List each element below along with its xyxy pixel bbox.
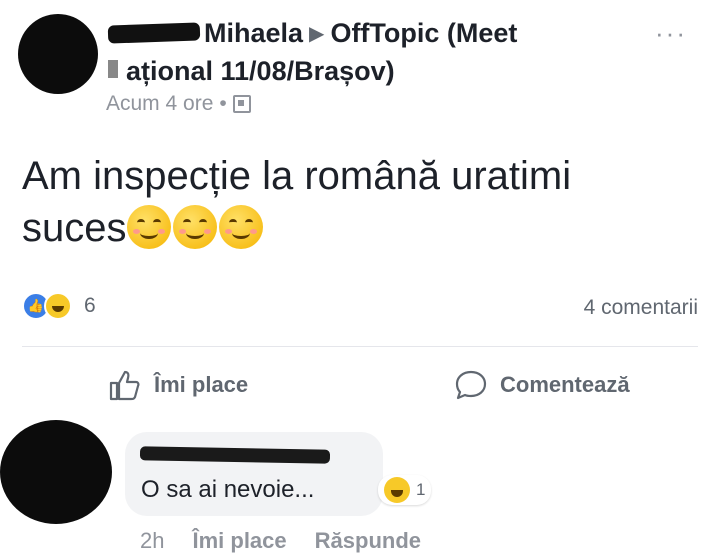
- post-text-line2-wrap: suces: [22, 202, 702, 254]
- smiling-emoji-icon: [126, 205, 171, 249]
- comment-button[interactable]: Comentează: [454, 368, 630, 402]
- arrow-right-icon: ▶: [309, 23, 325, 45]
- group-name-line2[interactable]: ațional 11/08/Brașov): [126, 56, 395, 87]
- comment-bubble-icon: [455, 370, 487, 400]
- comment-reply-button[interactable]: Răspunde: [315, 528, 421, 554]
- commenter-avatar[interactable]: [0, 420, 112, 524]
- comment-time[interactable]: 2h: [140, 528, 164, 554]
- comment-actions: 2h Îmi place Răspunde: [140, 528, 421, 554]
- haha-reaction-icon: [44, 292, 72, 320]
- comment-reaction-count: 1: [416, 480, 426, 499]
- reaction-count: 6: [84, 294, 96, 317]
- comment-button-label: Comentează: [500, 372, 630, 397]
- comment-like-button[interactable]: Îmi place: [192, 528, 286, 554]
- like-button[interactable]: Îmi place: [108, 368, 248, 402]
- comment-text: O sa ai nevoie...: [141, 476, 315, 503]
- author-avatar[interactable]: [18, 14, 98, 94]
- thumbs-up-icon: [109, 370, 140, 401]
- post-timestamp[interactable]: Acum 4 ore: [106, 92, 213, 116]
- comments-count-link[interactable]: 4 comentarii: [584, 296, 698, 320]
- group-icon: [232, 95, 251, 113]
- post-meta: Acum 4 ore •: [106, 92, 251, 116]
- group-name-line1[interactable]: OffTopic (Meet: [330, 18, 517, 48]
- redacted-fragment: [108, 60, 118, 78]
- divider: [22, 346, 698, 347]
- haha-reaction-icon: [384, 477, 410, 503]
- smiling-emoji-icon: [172, 205, 217, 249]
- more-options-icon[interactable]: ···: [655, 18, 687, 49]
- author-name[interactable]: Mihaela: [204, 18, 303, 48]
- redacted-name: [107, 22, 201, 44]
- post-header: Mihaela ▶ OffTopic (Meet: [204, 18, 517, 49]
- like-button-label: Îmi place: [154, 372, 249, 397]
- post-text-line1: Am inspecție la română uratimi: [22, 154, 572, 198]
- post-text: Am inspecție la română uratimi suces: [22, 150, 702, 254]
- post-text-line2: suces: [22, 206, 127, 250]
- smiling-emoji-icon: [218, 205, 263, 249]
- reactions-summary[interactable]: 👍 6: [22, 292, 96, 320]
- separator-dot: •: [219, 92, 227, 115]
- comment-reactions[interactable]: 1: [378, 475, 432, 505]
